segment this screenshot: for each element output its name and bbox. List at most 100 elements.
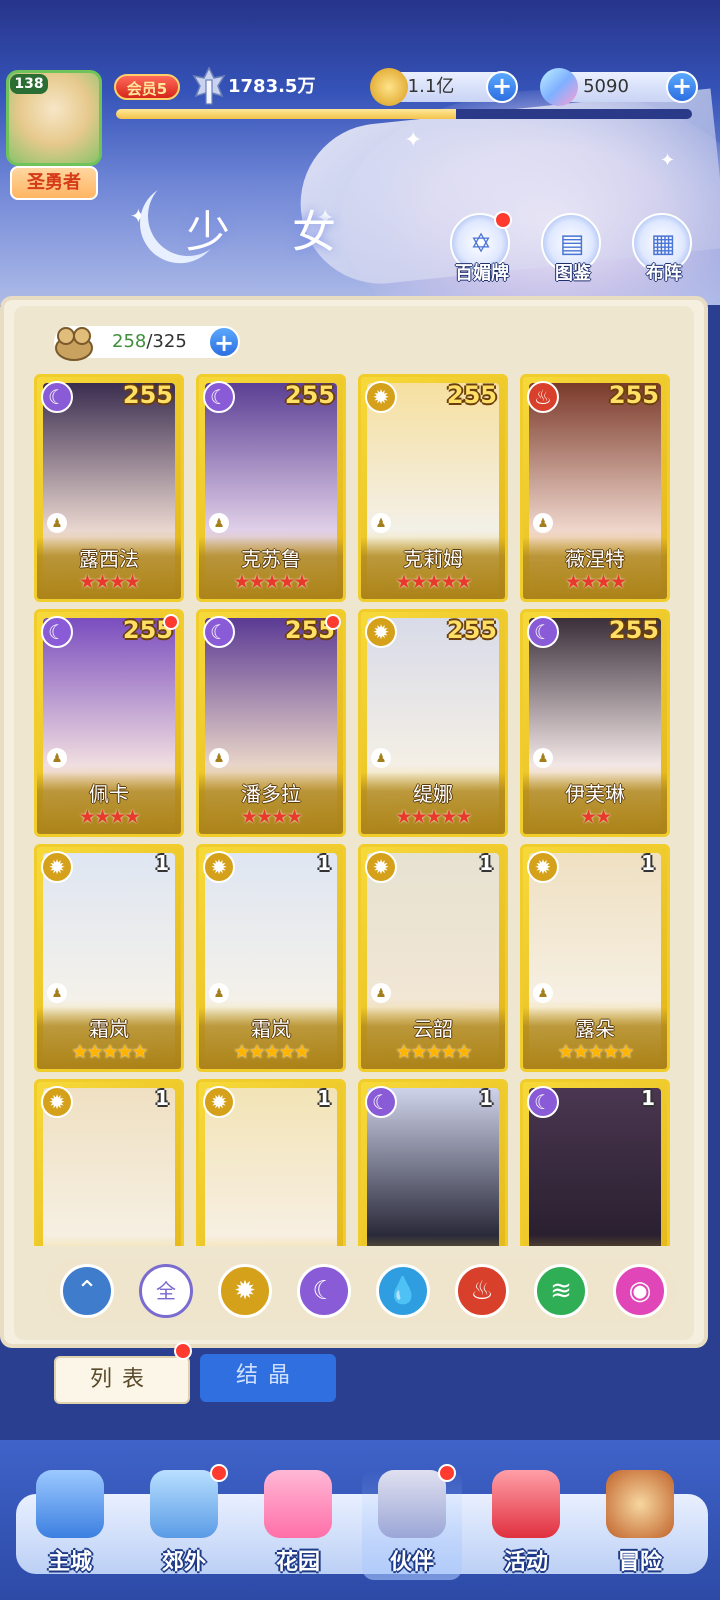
star-rating: ★★★★★: [233, 1041, 310, 1063]
character-name: 克莉姆: [403, 547, 463, 571]
formation-label: 布阵: [646, 263, 682, 284]
character-card[interactable]: ✹ 255 ♟ 克莉姆 ★★★★★: [358, 374, 508, 602]
star-rating: ★★★★: [78, 571, 141, 593]
chess-pawn-icon: ♟: [533, 513, 553, 533]
light-element-icon: ✹: [527, 851, 559, 883]
exp-progress-fill: [116, 109, 456, 119]
character-name: 云韶: [413, 1017, 453, 1041]
roster-count: 258/325 +: [54, 326, 240, 361]
codex-button[interactable]: ▤ 图鉴: [541, 213, 601, 284]
character-card[interactable]: ☾ 1: [520, 1079, 670, 1246]
character-card[interactable]: ☾ 255 ♟ 佩卡 ★★★★: [34, 609, 184, 837]
chess-pawn-icon: ♟: [371, 983, 391, 1003]
card-deck-label: 百媚牌: [455, 263, 509, 284]
fire-element-filter-button[interactable]: ♨: [455, 1264, 509, 1318]
moon-element-filter-button[interactable]: ☾: [297, 1264, 351, 1318]
character-card[interactable]: ✹ 1: [196, 1079, 346, 1246]
character-name: 露西法: [79, 547, 139, 571]
character-name: 佩卡: [89, 782, 129, 806]
notification-dot: [325, 614, 341, 630]
nav-label: 冒险: [617, 1550, 662, 1575]
expand-roster-button[interactable]: +: [208, 326, 240, 358]
character-card[interactable]: ✹ 1 ♟ 云韶 ★★★★★: [358, 844, 508, 1072]
gem-resource: 5090 +: [540, 68, 698, 106]
character-name: 薇涅特: [565, 547, 625, 571]
chess-pawn-icon: ♟: [209, 748, 229, 768]
character-level: 255: [122, 381, 173, 409]
nav-compass-sword[interactable]: 冒险: [590, 1470, 690, 1580]
chess-pawn-icon: ♟: [47, 748, 67, 768]
light-element-icon: ✹: [203, 1086, 235, 1118]
character-card[interactable]: ✹ 1: [34, 1079, 184, 1246]
element-filter-bar: ⌃ 全 ✹ ☾ 💧 ♨ ≋ ◉: [46, 1258, 676, 1322]
combat-power-value: 1783.5万: [228, 76, 316, 97]
add-gold-button[interactable]: +: [486, 71, 518, 103]
nav-castle[interactable]: 主城: [20, 1470, 120, 1580]
character-card[interactable]: ☾ 1: [358, 1079, 508, 1246]
notification-dot: [210, 1464, 228, 1482]
character-name: 伊芙琳: [565, 782, 625, 806]
gold-resource: 1.1亿 +: [370, 68, 518, 106]
light-element-icon: ✹: [234, 1276, 256, 1306]
player-level-badge: 138: [10, 74, 48, 94]
fire-element-icon: ♨: [527, 381, 559, 413]
nav-label: 郊外: [161, 1550, 206, 1575]
castle-icon: [36, 1470, 104, 1538]
light-element-icon: ✹: [203, 851, 235, 883]
nav-magic-circle[interactable]: 郊外: [134, 1464, 234, 1580]
all-filter-filter-button[interactable]: 全: [139, 1264, 193, 1318]
character-card[interactable]: ♨ 255 ♟ 薇涅特 ★★★★: [520, 374, 670, 602]
character-card[interactable]: ✹ 1 ♟ 霜岚 ★★★★★: [196, 844, 346, 1072]
star-rating: ★★★★★: [395, 571, 472, 593]
card-deck-button[interactable]: ✡ 百媚牌: [450, 211, 512, 284]
player-title-badge[interactable]: 圣勇者: [10, 166, 98, 200]
collapse-arrow-filter-button[interactable]: ⌃: [60, 1264, 114, 1318]
star-rating: ★★★★: [78, 806, 141, 828]
character-card[interactable]: ☾ 255 ♟ 克苏鲁 ★★★★★: [196, 374, 346, 602]
add-gem-button[interactable]: +: [666, 71, 698, 103]
water-element-filter-button[interactable]: 💧: [376, 1264, 430, 1318]
character-name: 露朵: [575, 1017, 615, 1041]
combat-power-icon: [192, 66, 226, 105]
grid-formation-icon: ▦: [650, 229, 676, 259]
nav-gift-box[interactable]: 活动: [476, 1470, 576, 1580]
character-card[interactable]: ✹ 1 ♟ 露朵 ★★★★★: [520, 844, 670, 1072]
chess-pawn-icon: ♟: [371, 513, 391, 533]
moon-element-icon: ☾: [312, 1276, 336, 1306]
spirit-element-filter-button[interactable]: ◉: [613, 1264, 667, 1318]
chess-pawn-icon: ♟: [47, 513, 67, 533]
nav-label: 主城: [47, 1550, 92, 1575]
wind-element-filter-button[interactable]: ≋: [534, 1264, 588, 1318]
tab-crystal-label: 结晶: [235, 1363, 300, 1388]
nav-partner-portrait[interactable]: 伙伴: [362, 1464, 462, 1580]
character-card[interactable]: ✹ 1 ♟ 霜岚 ★★★★★: [34, 844, 184, 1072]
character-card[interactable]: ☾ 255 ♟ 露西法 ★★★★: [34, 374, 184, 602]
character-name: 潘多拉: [241, 782, 301, 806]
light-element-icon: ✹: [41, 1086, 73, 1118]
character-level: 1: [317, 1086, 331, 1110]
character-level: 255: [608, 381, 659, 409]
magic-circle-icon: [150, 1470, 218, 1538]
character-level: 1: [479, 851, 493, 875]
character-card[interactable]: ✹ 255 ♟ 缇娜 ★★★★★: [358, 609, 508, 837]
tab-list-label: 列表: [89, 1367, 154, 1392]
character-level: 1: [641, 1086, 655, 1110]
tab-list[interactable]: 列表: [54, 1356, 190, 1404]
vip-badge[interactable]: 会员5: [114, 74, 180, 100]
moon-element-icon: ☾: [41, 381, 73, 413]
character-card[interactable]: ☾ 255 ♟ 伊芙琳 ★★: [520, 609, 670, 837]
formation-button[interactable]: ▦ 布阵: [632, 213, 692, 284]
character-level: 1: [479, 1086, 493, 1110]
light-element-filter-button[interactable]: ✹: [218, 1264, 272, 1318]
character-card[interactable]: ☾ 255 ♟ 潘多拉 ★★★★: [196, 609, 346, 837]
tab-crystal[interactable]: 结晶: [200, 1354, 336, 1402]
moon-element-icon: ☾: [41, 616, 73, 648]
collapse-arrow-icon: ⌃: [76, 1276, 98, 1306]
codex-label: 图鉴: [555, 263, 591, 284]
water-element-icon: 💧: [386, 1276, 420, 1306]
gold-value: 1.1亿: [407, 76, 455, 97]
nav-heart-garden[interactable]: 花园: [248, 1470, 348, 1580]
card-deck-icon: ✡: [470, 229, 492, 259]
character-level: 255: [446, 616, 497, 644]
character-name: 霜岚: [89, 1017, 129, 1041]
